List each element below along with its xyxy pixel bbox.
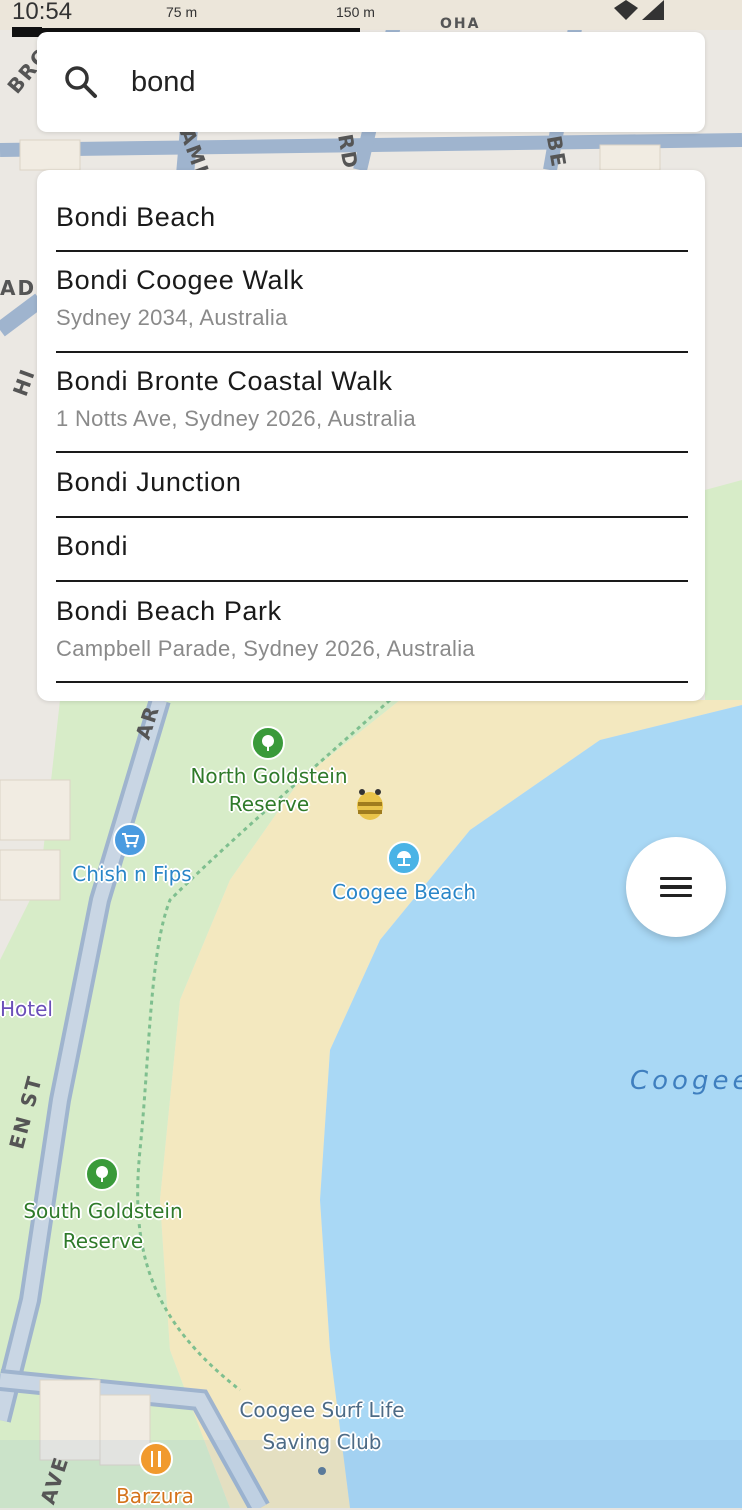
result-title: Bondi Junction: [56, 467, 242, 497]
search-result-item[interactable]: Bondi Junction: [56, 453, 688, 518]
search-result-item[interactable]: Bondi Beach: [56, 190, 688, 252]
result-title: Bondi Coogee Walk: [56, 265, 304, 295]
search-result-item[interactable]: Bondi Coogee Walk Sydney 2034, Australia: [56, 252, 688, 353]
result-subtitle: 1 Notts Ave, Sydney 2026, Australia: [56, 406, 416, 431]
result-title: Bondi Bronte Coastal Walk: [56, 366, 393, 396]
poi-label-barzura[interactable]: Barzura: [100, 1482, 210, 1510]
menu-button[interactable]: [626, 837, 726, 937]
network-signal-icon: [614, 0, 664, 20]
park-icon[interactable]: [85, 1157, 119, 1191]
menu-icon: [660, 872, 692, 903]
poi-label-coogee-beach[interactable]: Coogee Beach: [326, 878, 482, 906]
search-result-item[interactable]: Bondi Bronte Coastal Walk 1 Notts Ave, S…: [56, 353, 688, 453]
location-dot: [318, 1467, 326, 1475]
result-title: Bondi Beach Park: [56, 596, 282, 626]
search-icon[interactable]: [63, 64, 99, 100]
poi-label-chish-n-fips[interactable]: Chish n Fips: [60, 860, 204, 888]
search-result-item[interactable]: Bondi: [56, 518, 688, 582]
status-bar: 10:54 75 m 150 m: [0, 0, 742, 28]
poi-label-south-goldstein[interactable]: South Goldstein Reserve: [14, 1196, 192, 1256]
result-title: Bondi Beach: [56, 202, 216, 232]
park-icon[interactable]: [251, 726, 285, 760]
poi-label-north-goldstein[interactable]: North Goldstein Reserve: [186, 762, 352, 818]
search-result-item[interactable]: Bondi Beach Park Campbell Parade, Sydney…: [56, 582, 688, 683]
poi-label-hotel[interactable]: Hotel: [0, 995, 56, 1023]
restaurant-icon[interactable]: [139, 1442, 173, 1476]
beach-umbrella-icon[interactable]: [387, 841, 421, 875]
shopping-cart-icon[interactable]: [113, 823, 147, 857]
result-subtitle: Sydney 2034, Australia: [56, 305, 288, 330]
search-input[interactable]: [131, 58, 671, 106]
scale-label-150: 150 m: [336, 4, 375, 20]
result-subtitle: Campbell Parade, Sydney 2026, Australia: [56, 636, 475, 661]
status-time: 10:54: [12, 0, 73, 25]
search-results-list: Bondi Beach Bondi Coogee Walk Sydney 203…: [37, 170, 705, 701]
scale-label-75: 75 m: [166, 4, 198, 20]
bee-marker-icon[interactable]: [352, 784, 388, 824]
water-label: Coogee: [630, 1066, 742, 1096]
result-title: Bondi: [56, 531, 129, 561]
poi-label-surf-club[interactable]: Coogee Surf Life Saving Club: [220, 1394, 424, 1458]
search-bar[interactable]: [37, 32, 705, 132]
street-label: OHA: [440, 16, 481, 32]
